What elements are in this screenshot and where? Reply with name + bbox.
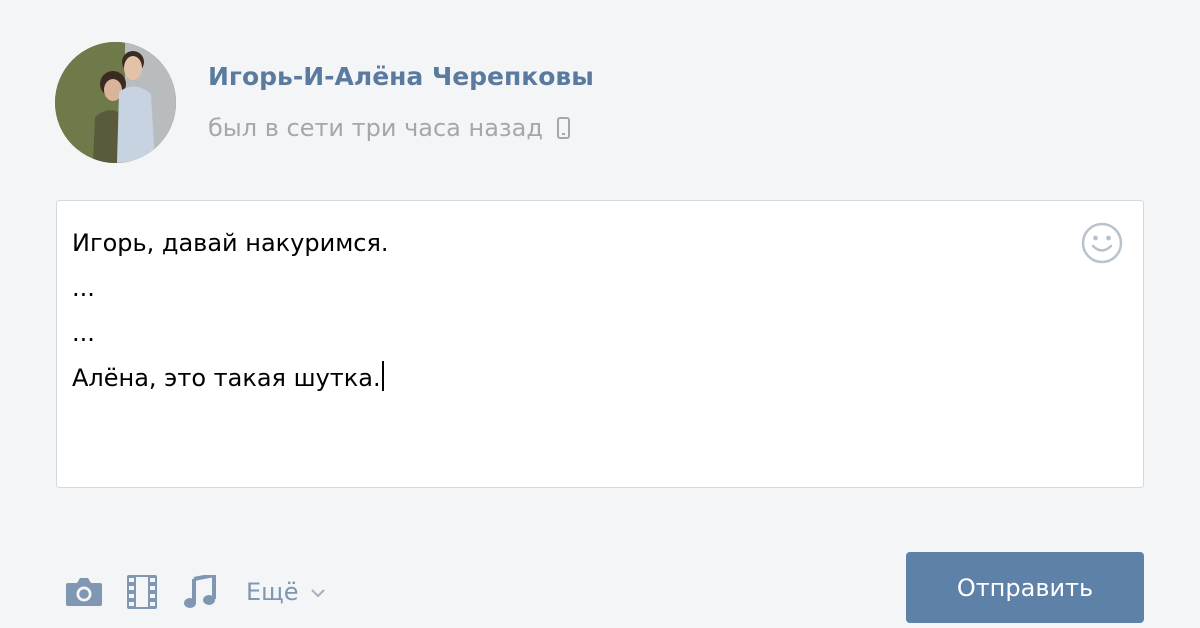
online-status: был в сети три часа назад	[208, 114, 570, 142]
status-text: был в сети три часа назад	[208, 114, 543, 142]
send-button[interactable]: Отправить	[906, 552, 1144, 623]
attachment-toolbar: Ещё	[64, 570, 325, 614]
more-button[interactable]: Ещё	[246, 578, 325, 606]
message-line: Игорь, давай накуримся.	[72, 229, 389, 257]
video-icon[interactable]	[122, 572, 162, 612]
message-line: ...	[72, 319, 95, 347]
message-input[interactable]: Игорь, давай накуримся. ... ... Алёна, э…	[56, 200, 1144, 488]
message-line-last: Алёна, это такая шутка.	[72, 356, 1063, 401]
avatar[interactable]	[55, 42, 176, 163]
message-line: ...	[72, 274, 95, 302]
music-icon[interactable]	[180, 572, 220, 612]
more-label: Ещё	[246, 578, 299, 606]
chevron-down-icon	[310, 583, 325, 602]
user-name[interactable]: Игорь-И-Алёна Черепковы	[208, 62, 594, 91]
text-caret	[381, 361, 384, 391]
message-line-text: Алёна, это такая шутка.	[72, 364, 381, 392]
message-text[interactable]: Игорь, давай накуримся. ... ... Алёна, э…	[72, 221, 1063, 401]
smiley-icon[interactable]	[1081, 222, 1123, 264]
mobile-phone-icon	[556, 117, 570, 139]
camera-icon[interactable]	[64, 572, 104, 612]
